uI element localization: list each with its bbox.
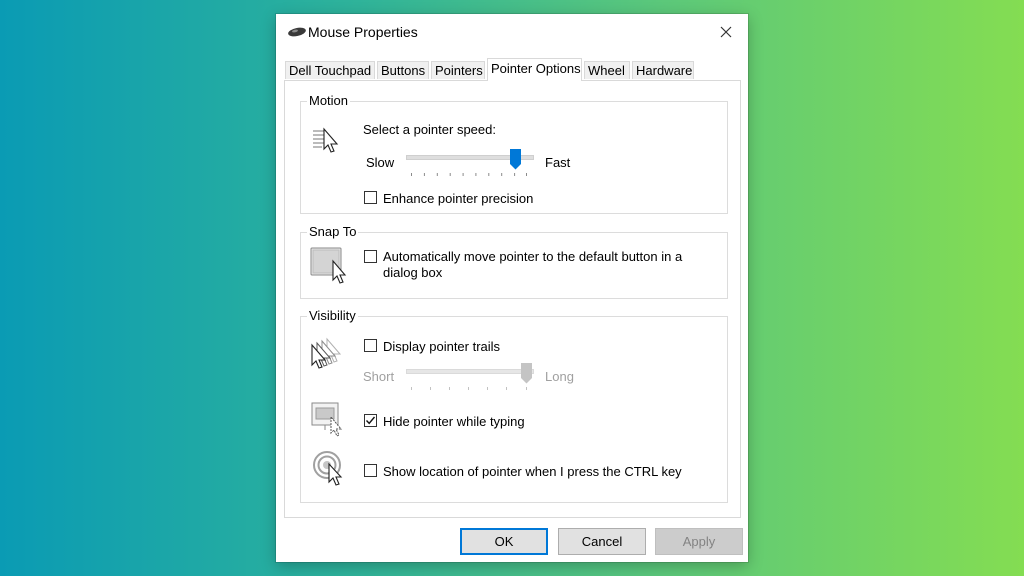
pointer-trails-icon: [311, 337, 342, 369]
pointer-speed-icon: [313, 127, 339, 153]
tab-pointer-options[interactable]: Pointer Options: [487, 58, 582, 81]
trails-slider-ticks: [411, 387, 527, 390]
enhance-precision-label[interactable]: Enhance pointer precision: [383, 191, 533, 206]
tab-buttons[interactable]: Buttons: [377, 61, 429, 79]
hide-pointer-label[interactable]: Hide pointer while typing: [383, 414, 525, 429]
apply-button[interactable]: Apply: [655, 528, 743, 555]
snap-to-group: Snap To Automatically move pointer to th…: [300, 224, 728, 299]
fast-label: Fast: [545, 155, 571, 170]
long-label: Long: [545, 369, 574, 384]
mouse-properties-dialog: Mouse Properties Dell Touchpad Buttons P…: [276, 14, 748, 562]
pointer-options-panel: Motion Select a pointer speed: Slow Fast…: [284, 80, 741, 518]
window-title: Mouse Properties: [308, 24, 418, 40]
slider-thumb[interactable]: [510, 149, 521, 170]
slow-label: Slow: [366, 155, 395, 170]
cancel-button[interactable]: Cancel: [558, 528, 646, 555]
visibility-group: Visibility Display pointer trails Short: [300, 308, 728, 503]
tab-wheel[interactable]: Wheel: [584, 61, 630, 79]
checkmark-icon: [365, 416, 376, 425]
pointer-speed-slider[interactable]: [406, 149, 534, 179]
ctrl-locate-icon: [313, 451, 343, 486]
trails-length-slider[interactable]: [406, 363, 534, 393]
ok-button[interactable]: OK: [460, 528, 548, 555]
title-bar[interactable]: Mouse Properties: [276, 14, 748, 50]
snap-to-checkbox[interactable]: [364, 250, 377, 263]
motion-group-label: Motion: [307, 93, 351, 108]
slider-ticks: [411, 173, 527, 176]
visibility-group-label: Visibility: [307, 308, 358, 323]
pointer-trails-checkbox[interactable]: [364, 339, 377, 352]
snap-to-icon: [310, 247, 347, 284]
snap-to-group-label: Snap To: [307, 224, 359, 239]
ctrl-locate-label[interactable]: Show location of pointer when I press th…: [383, 464, 682, 479]
tab-dell-touchpad[interactable]: Dell Touchpad: [285, 61, 375, 79]
pointer-speed-label: Select a pointer speed:: [363, 122, 496, 137]
trails-slider-track: [406, 369, 534, 374]
short-label: Short: [363, 369, 395, 384]
snap-to-label-line2[interactable]: dialog box: [383, 265, 442, 280]
ctrl-locate-checkbox[interactable]: [364, 464, 377, 477]
tab-hardware[interactable]: Hardware: [632, 61, 694, 79]
snap-to-label-line1[interactable]: Automatically move pointer to the defaul…: [383, 249, 682, 264]
close-icon: [720, 26, 732, 38]
enhance-precision-checkbox[interactable]: [364, 191, 377, 204]
trails-slider-thumb[interactable]: [521, 363, 532, 384]
close-button[interactable]: [704, 14, 748, 50]
mouse-icon: [288, 27, 306, 37]
hide-pointer-checkbox[interactable]: [364, 414, 377, 427]
motion-group: Motion Select a pointer speed: Slow Fast…: [300, 93, 728, 214]
tab-pointers[interactable]: Pointers: [431, 61, 485, 79]
hide-pointer-icon: [311, 402, 343, 437]
pointer-trails-label[interactable]: Display pointer trails: [383, 339, 500, 354]
